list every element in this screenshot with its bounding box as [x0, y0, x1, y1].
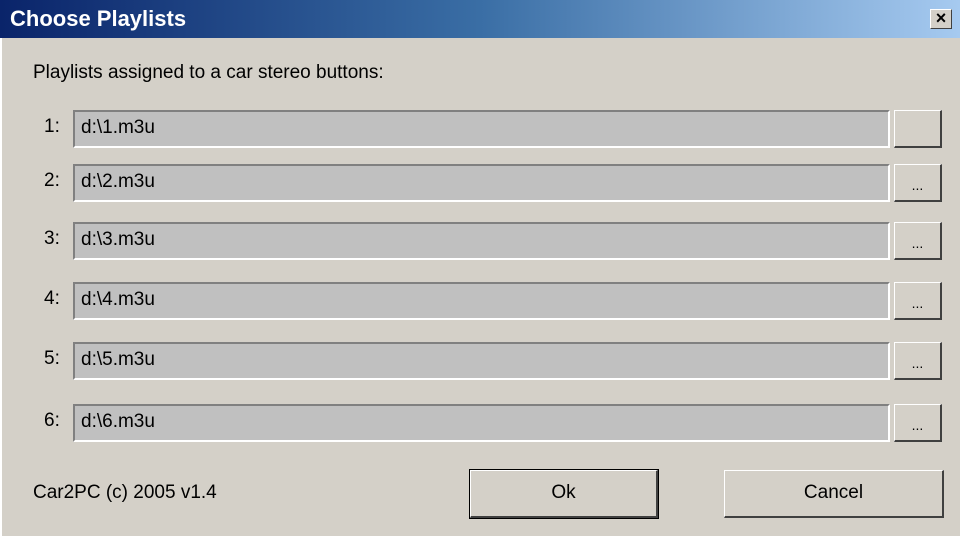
row-number: 1:	[44, 116, 60, 137]
playlist-row-3: 3: d:\3.m3u ...	[0, 222, 960, 262]
playlist-row-4: 4: d:\4.m3u ...	[0, 282, 960, 322]
browse-button-5[interactable]: ...	[894, 342, 942, 380]
playlist-path-field-6[interactable]: d:\6.m3u	[73, 404, 890, 442]
close-icon[interactable]: ×	[930, 9, 952, 29]
browse-button-1[interactable]	[894, 110, 942, 148]
row-number: 4:	[44, 288, 60, 309]
row-number: 3:	[44, 228, 60, 249]
title-bar[interactable]: Choose Playlists ×	[0, 0, 960, 38]
choose-playlists-dialog: Choose Playlists × Playlists assigned to…	[0, 0, 960, 536]
row-number: 5:	[44, 348, 60, 369]
playlist-path-field-1[interactable]: d:\1.m3u	[73, 110, 890, 148]
browse-button-3[interactable]: ...	[894, 222, 942, 260]
playlist-row-1: 1: d:\1.m3u	[0, 110, 960, 150]
copyright-label: Car2PC (c) 2005 v1.4	[33, 482, 217, 503]
playlist-row-5: 5: d:\5.m3u ...	[0, 342, 960, 382]
playlist-path-field-5[interactable]: d:\5.m3u	[73, 342, 890, 380]
playlist-path-field-3[interactable]: d:\3.m3u	[73, 222, 890, 260]
playlist-row-6: 6: d:\6.m3u ...	[0, 404, 960, 444]
playlist-row-2: 2: d:\2.m3u ...	[0, 164, 960, 204]
browse-button-6[interactable]: ...	[894, 404, 942, 442]
cancel-button[interactable]: Cancel	[724, 470, 944, 518]
browse-button-4[interactable]: ...	[894, 282, 942, 320]
row-number: 2:	[44, 170, 60, 191]
row-number: 6:	[44, 410, 60, 431]
ok-button[interactable]: Ok	[469, 469, 659, 519]
window-title: Choose Playlists	[10, 6, 187, 31]
browse-button-2[interactable]: ...	[894, 164, 942, 202]
playlist-path-field-4[interactable]: d:\4.m3u	[73, 282, 890, 320]
instruction-label: Playlists assigned to a car stereo butto…	[33, 62, 384, 83]
playlist-path-field-2[interactable]: d:\2.m3u	[73, 164, 890, 202]
